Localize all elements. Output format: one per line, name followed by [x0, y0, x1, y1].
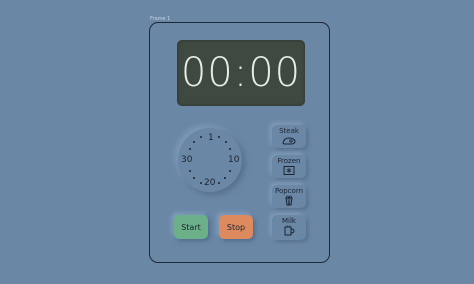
start-button[interactable]: Start	[174, 215, 208, 239]
dial-tick	[229, 170, 231, 172]
time-display: 00:00	[177, 40, 305, 106]
steak-icon	[282, 137, 296, 145]
dial-tick	[189, 170, 191, 172]
preset-label: Popcorn	[274, 187, 304, 195]
preset-frozen-button[interactable]: Frozen	[272, 155, 306, 178]
dial-tick	[218, 182, 220, 184]
dial-tick	[200, 136, 202, 138]
dial-mark-1: 1	[208, 133, 214, 143]
dial-mark-20: 20	[204, 178, 216, 188]
preset-label: Frozen	[277, 157, 301, 165]
preset-milk-button[interactable]: Milk	[272, 215, 306, 240]
dial-tick	[224, 177, 226, 179]
stop-button[interactable]: Stop	[219, 215, 253, 239]
dial-tick	[193, 177, 195, 179]
dial-tick	[193, 141, 195, 143]
preset-steak-button[interactable]: Steak	[272, 125, 306, 148]
dial-tick	[200, 182, 202, 184]
dial-mark-30: 30	[181, 155, 193, 165]
microwave-panel: 00:00 1 10 20 30 Start Stop Steak Frozen	[149, 22, 330, 263]
popcorn-icon	[285, 195, 293, 206]
preset-popcorn-button[interactable]: Popcorn	[272, 185, 306, 208]
dial-tick	[218, 136, 220, 138]
preset-label: Steak	[279, 127, 299, 135]
dial-tick	[225, 141, 227, 143]
timer-dial[interactable]: 1 10 20 30	[178, 128, 242, 192]
preset-label: Milk	[282, 217, 296, 225]
dial-tick	[229, 148, 231, 150]
dial-mark-10: 10	[228, 155, 240, 165]
milk-icon	[284, 225, 295, 236]
dial-tick	[189, 148, 191, 150]
frozen-icon	[283, 166, 295, 175]
time-readout: 00:00	[180, 50, 302, 96]
